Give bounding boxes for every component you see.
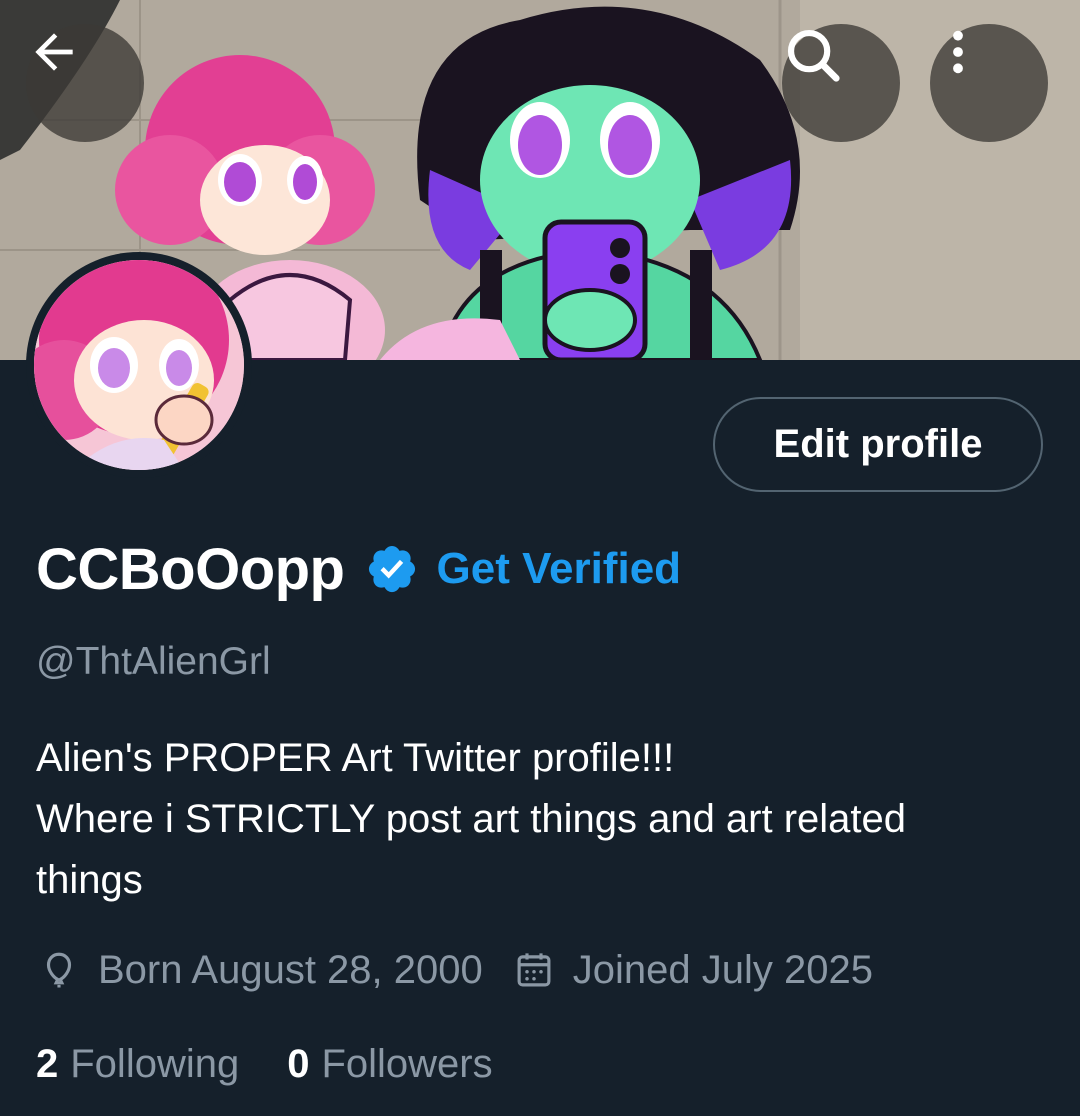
profile-meta: Born August 28, 2000 Joined July 2025 <box>38 940 873 1000</box>
profile-bio: Alien's PROPER Art Twitter profile!!! Wh… <box>36 728 1046 911</box>
calendar-icon <box>513 949 555 991</box>
profile-page: Edit profile CCBoOopp Get Verified @ThtA… <box>0 0 1080 1116</box>
birthday-text: Born August 28, 2000 <box>98 947 483 992</box>
following-label: Following <box>70 1041 240 1086</box>
follow-stats: 2 Following 0 Followers <box>36 1034 493 1094</box>
bio-line: Where i STRICTLY post art things and art… <box>36 797 907 841</box>
get-verified-link[interactable]: Get Verified <box>437 544 682 594</box>
balloon-icon <box>38 949 80 991</box>
back-button[interactable] <box>26 24 144 142</box>
following-count: 2 <box>36 1041 59 1086</box>
display-name: CCBoOopp <box>36 536 345 602</box>
followers-link[interactable]: 0 Followers <box>287 1042 492 1087</box>
name-row: CCBoOopp Get Verified <box>36 532 681 606</box>
following-link[interactable]: 2 Following <box>36 1042 239 1087</box>
verified-badge-icon[interactable] <box>365 542 419 596</box>
user-handle: @ThtAlienGrl <box>36 640 271 683</box>
joined-text: Joined July 2025 <box>572 947 873 992</box>
followers-label: Followers <box>321 1041 493 1086</box>
edit-profile-button[interactable]: Edit profile <box>713 397 1043 492</box>
followers-count: 0 <box>287 1041 310 1086</box>
birthday-item: Born August 28, 2000 <box>38 948 483 993</box>
search-button[interactable] <box>782 24 900 142</box>
avatar-image <box>34 260 244 470</box>
joined-item: Joined July 2025 <box>513 948 873 993</box>
avatar[interactable] <box>26 252 252 478</box>
bio-line: Alien's PROPER Art Twitter profile!!! <box>36 736 675 780</box>
bio-line: things <box>36 858 143 902</box>
more-options-button[interactable] <box>930 24 1048 142</box>
